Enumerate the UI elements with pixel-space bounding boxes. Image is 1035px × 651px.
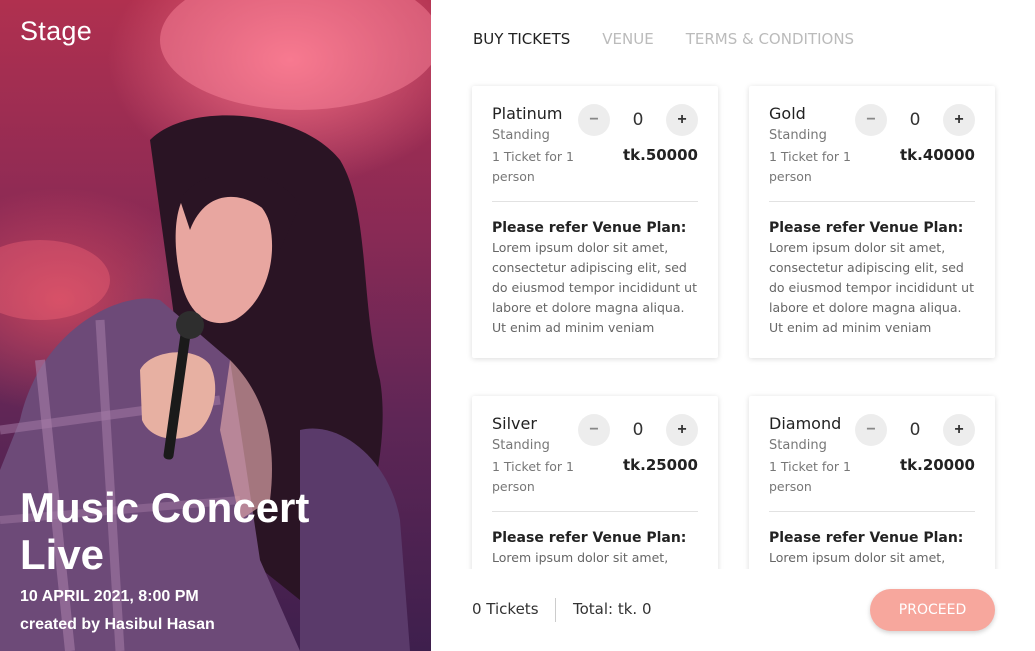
divider [555, 598, 556, 622]
tab-bar: BUY TICKETS VENUE TERMS & CONDITIONS [473, 30, 854, 48]
venue-plan-text: Lorem ipsum dolor sit amet, [769, 550, 946, 565]
ticket-price: tk.25000 [622, 456, 698, 474]
decrease-button[interactable]: − [855, 414, 887, 446]
ticket-panel: BUY TICKETS VENUE TERMS & CONDITIONS Pla… [431, 0, 1035, 651]
ticket-desc: 1 Ticket for 1 person [769, 459, 851, 494]
ticket-count: 0 Tickets [472, 600, 539, 618]
divider [492, 201, 698, 202]
venue-plan-text: Lorem ipsum dolor sit amet, consectetur … [769, 240, 974, 335]
ticket-card-diamond: Diamond Standing 1 Ticket for 1 person −… [749, 396, 995, 569]
hero-banner: Stage Music Concert Live 10 APRIL 2021, … [0, 0, 431, 651]
venue-plan-title: Please refer Venue Plan: [769, 530, 964, 546]
quantity-stepper: − 0 + [855, 104, 975, 136]
ticket-price: tk.20000 [899, 456, 975, 474]
ticket-price: tk.50000 [622, 146, 698, 164]
divider [492, 511, 698, 512]
quantity-value: 0 [632, 420, 644, 440]
brand-logo[interactable]: Stage [20, 16, 92, 47]
venue-plan-title: Please refer Venue Plan: [769, 220, 964, 236]
checkout-footer: 0 Tickets Total: tk. 0 PROCEED [431, 569, 1035, 651]
divider [769, 511, 975, 512]
venue-plan-title: Please refer Venue Plan: [492, 530, 687, 546]
quantity-value: 0 [909, 420, 921, 440]
ticket-price: tk.40000 [899, 146, 975, 164]
ticket-desc: 1 Ticket for 1 person [769, 149, 851, 184]
ticket-card-silver: Silver Standing 1 Ticket for 1 person − … [472, 396, 718, 569]
ticket-desc: 1 Ticket for 1 person [492, 149, 574, 184]
divider [769, 201, 975, 202]
increase-button[interactable]: + [943, 104, 975, 136]
ticket-card-platinum: Platinum Standing 1 Ticket for 1 person … [472, 86, 718, 358]
event-creator: created by Hasibul Hasan [20, 616, 215, 633]
total-price: Total: tk. 0 [573, 600, 652, 618]
event-date: 10 APRIL 2021, 8:00 PM [20, 588, 199, 605]
venue-plan-text: Lorem ipsum dolor sit amet, consectetur … [492, 240, 697, 335]
venue-plan-text: Lorem ipsum dolor sit amet, [492, 550, 669, 565]
ticket-desc: 1 Ticket for 1 person [492, 459, 574, 494]
venue-plan-title: Please refer Venue Plan: [492, 220, 687, 236]
decrease-button[interactable]: − [578, 104, 610, 136]
quantity-stepper: − 0 + [578, 414, 698, 446]
quantity-value: 0 [909, 110, 921, 130]
tab-buy-tickets[interactable]: BUY TICKETS [473, 30, 570, 48]
decrease-button[interactable]: − [855, 104, 887, 136]
decrease-button[interactable]: − [578, 414, 610, 446]
ticket-list[interactable]: Platinum Standing 1 Ticket for 1 person … [431, 72, 1035, 569]
proceed-button[interactable]: PROCEED [870, 589, 995, 631]
tab-terms[interactable]: TERMS & CONDITIONS [686, 30, 854, 48]
increase-button[interactable]: + [666, 414, 698, 446]
quantity-stepper: − 0 + [855, 414, 975, 446]
increase-button[interactable]: + [943, 414, 975, 446]
quantity-value: 0 [632, 110, 644, 130]
event-title: Music Concert Live [20, 484, 310, 578]
increase-button[interactable]: + [666, 104, 698, 136]
tab-venue[interactable]: VENUE [602, 30, 653, 48]
ticket-card-gold: Gold Standing 1 Ticket for 1 person − 0 … [749, 86, 995, 358]
quantity-stepper: − 0 + [578, 104, 698, 136]
